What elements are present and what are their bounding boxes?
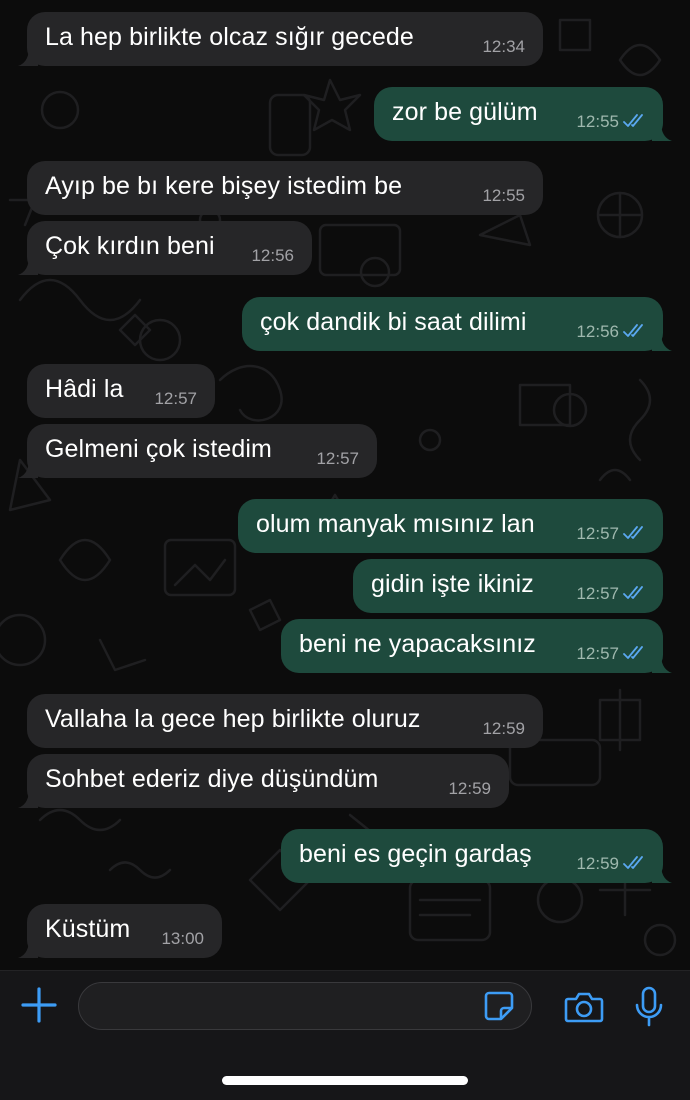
bubble-tail (18, 456, 38, 478)
message-time: 12:59 (482, 719, 525, 738)
message-text: beni ne yapacaksınız (299, 630, 536, 658)
message-time: 12:34 (482, 37, 525, 56)
bubble-tail (652, 861, 672, 883)
message-text: olum manyak mısınız lan (256, 510, 535, 538)
outgoing-message[interactable]: zor be gülüm 12:55 (374, 87, 672, 141)
read-receipt-icon (623, 526, 643, 539)
outgoing-message[interactable]: beni es geçin gardaş 12:59 (281, 829, 672, 883)
message-time: 12:55 (576, 112, 619, 131)
bubble-tail (652, 651, 672, 673)
sticker-icon[interactable] (483, 990, 515, 1022)
incoming-message[interactable]: Vallaha la gece hep birlikte oluruz 12:5… (27, 694, 543, 748)
message-time: 12:59 (448, 779, 491, 798)
plus-icon[interactable] (20, 986, 58, 1024)
message-time: 12:57 (154, 389, 197, 408)
camera-icon[interactable] (564, 990, 604, 1024)
message-text: Gelmeni çok istedim (45, 435, 272, 463)
outgoing-message[interactable]: gidin işte ikiniz 12:57 (353, 559, 663, 613)
message-text: gidin işte ikiniz (371, 570, 534, 598)
message-text: çok dandik bi saat dilimi (260, 308, 527, 336)
bubble-tail (652, 329, 672, 351)
message-text: Vallaha la gece hep birlikte oluruz (45, 705, 421, 733)
microphone-icon[interactable] (634, 986, 664, 1028)
incoming-message[interactable]: Gelmeni çok istedim 12:57 (18, 424, 377, 478)
message-time: 12:57 (576, 584, 619, 603)
message-time: 12:57 (316, 449, 359, 468)
message-text: La hep birlikte olcaz sığır gecede (45, 23, 414, 51)
read-receipt-icon (623, 646, 643, 659)
message-time: 12:56 (576, 322, 619, 341)
read-receipt-icon (623, 324, 643, 337)
incoming-message[interactable]: Küstüm 13:00 (18, 904, 222, 958)
read-receipt-icon (623, 856, 643, 869)
bubble-tail (18, 253, 38, 275)
bubble-tail (18, 936, 38, 958)
incoming-message[interactable]: Hâdi la 12:57 (27, 364, 215, 418)
message-text: Hâdi la (45, 375, 124, 403)
outgoing-message[interactable]: çok dandik bi saat dilimi 12:56 (242, 297, 672, 351)
incoming-message[interactable]: Çok kırdın beni 12:56 (18, 221, 312, 275)
message-time: 12:59 (576, 854, 619, 873)
incoming-message[interactable]: La hep birlikte olcaz sığır gecede 12:34 (18, 12, 543, 66)
message-text: Çok kırdın beni (45, 232, 215, 260)
message-text: Ayıp be bı kere bişey istedim be (45, 172, 403, 200)
message-text: zor be gülüm (392, 98, 538, 126)
message-time: 12:56 (251, 246, 294, 265)
outgoing-message[interactable]: beni ne yapacaksınız 12:57 (281, 619, 672, 673)
read-receipt-icon (623, 114, 643, 127)
message-text: Küstüm (45, 915, 131, 943)
message-time: 12:57 (576, 524, 619, 543)
bubble-tail (18, 786, 38, 808)
outgoing-message[interactable]: olum manyak mısınız lan 12:57 (238, 499, 663, 553)
home-indicator[interactable] (222, 1076, 468, 1085)
bubble-tail (18, 44, 38, 66)
message-time: 12:55 (482, 186, 525, 205)
message-time: 13:00 (161, 929, 204, 948)
chat-wallpaper (0, 18, 677, 957)
chat-area[interactable]: La hep birlikte olcaz sığır gecede 12:34… (0, 0, 690, 970)
incoming-message[interactable]: Ayıp be bı kere bişey istedim be 12:55 (27, 161, 543, 215)
bubble-tail (652, 119, 672, 141)
message-text: beni es geçin gardaş (299, 840, 532, 868)
message-text: Sohbet ederiz diye düşündüm (45, 765, 379, 793)
message-input[interactable] (78, 982, 532, 1030)
incoming-message[interactable]: Sohbet ederiz diye düşündüm 12:59 (18, 754, 509, 808)
read-receipt-icon (623, 586, 643, 599)
message-time: 12:57 (576, 644, 619, 663)
